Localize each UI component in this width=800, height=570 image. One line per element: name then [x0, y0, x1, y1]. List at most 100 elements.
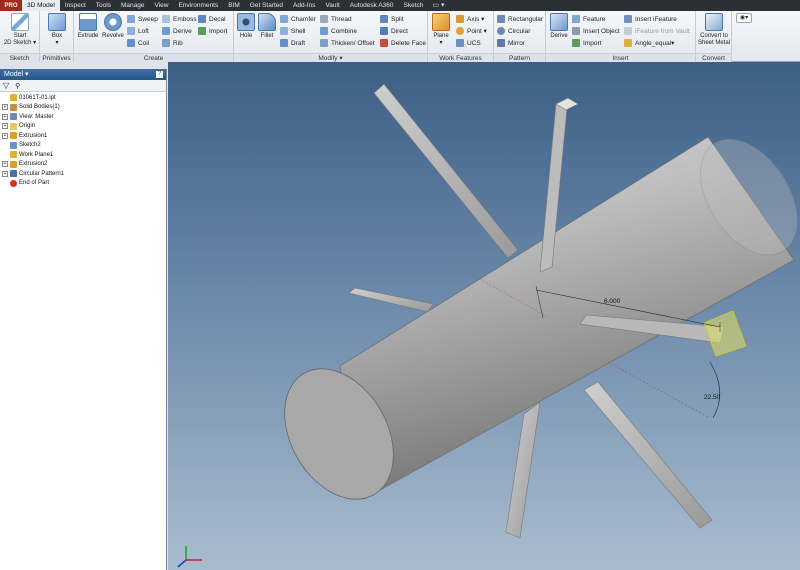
fillet-icon: [258, 13, 276, 31]
insert-derive-button[interactable]: Derive: [549, 13, 569, 40]
tree-node[interactable]: + Solid Bodies(1): [0, 103, 166, 113]
tree-node-icon: [10, 122, 17, 130]
feature-label: Feature: [583, 15, 606, 23]
tree-node-icon: [10, 179, 17, 187]
ifeature-from-vault-button[interactable]: iFeature from Vault: [624, 25, 690, 37]
dimension-angle[interactable]: 22.50: [704, 394, 720, 401]
panel-options-icon[interactable]: ◉▾: [736, 13, 752, 23]
ucs-button[interactable]: UCS: [456, 37, 481, 49]
shell-button[interactable]: Shell: [280, 25, 305, 37]
browser-header[interactable]: Model ▾ ?: [0, 69, 166, 80]
box-button[interactable]: Box ▾: [46, 13, 68, 47]
tree-node[interactable]: + View: Master: [0, 112, 166, 122]
plane-button[interactable]: Plane ▾: [430, 13, 452, 47]
dimension-6[interactable]: 6.000: [604, 298, 620, 305]
thread-button[interactable]: Thread: [320, 13, 352, 25]
tree-node[interactable]: + Extrusion2: [0, 160, 166, 170]
tab-vault[interactable]: Vault: [320, 0, 344, 11]
insert-ifeature-button[interactable]: Insert iFeature: [624, 13, 677, 25]
graphics-viewport[interactable]: 6.000 22.50: [168, 62, 800, 570]
tree-node-label: Work Plane1: [19, 151, 54, 158]
filter-icon[interactable]: ▽: [3, 81, 9, 90]
expand-icon[interactable]: +: [2, 132, 8, 139]
spoke-lower-right[interactable]: [583, 381, 713, 529]
tab-add-ins[interactable]: Add-Ins: [288, 0, 320, 11]
ifeature-select[interactable]: Angle_equal▾: [624, 37, 674, 49]
rib-label: Rib: [173, 39, 183, 47]
panel-title-modify[interactable]: Modify ▾: [234, 53, 427, 62]
selection-highlight-face[interactable]: [703, 310, 747, 357]
tab-inspect[interactable]: Inspect: [60, 0, 91, 11]
plane-dropdown-arrow[interactable]: ▾: [430, 40, 452, 47]
decal-button[interactable]: Decal: [198, 13, 226, 25]
insert-import-button[interactable]: Import: [572, 37, 601, 49]
spoke-left[interactable]: [348, 287, 434, 313]
browser-title[interactable]: Model ▾: [4, 71, 29, 78]
coil-button[interactable]: Coil: [127, 37, 149, 49]
tree-node[interactable]: + Extrusion1: [0, 131, 166, 141]
expand-icon[interactable]: +: [2, 123, 8, 130]
tab-sketch[interactable]: Sketch: [399, 0, 429, 11]
find-icon[interactable]: ⚲: [15, 82, 20, 90]
sweep-button[interactable]: Sweep: [127, 13, 158, 25]
tab-tools[interactable]: Tools: [91, 0, 116, 11]
spoke-upper-left[interactable]: [373, 83, 519, 259]
delete-face-button[interactable]: Delete Face: [380, 37, 426, 49]
expand-icon[interactable]: +: [2, 161, 8, 168]
panel-title-sketch: Sketch: [0, 53, 39, 62]
chamfer-button[interactable]: Chamfer: [280, 13, 316, 25]
emboss-button[interactable]: Emboss: [162, 13, 196, 25]
convert-to-sheet-metal-button[interactable]: Convert to Sheet Metal: [696, 13, 732, 47]
ifeature-icon: [624, 15, 632, 23]
model-canvas[interactable]: [168, 62, 800, 570]
content-center-feature-button[interactable]: Feature: [572, 13, 605, 25]
rectangular-pattern-button[interactable]: Rectangular: [497, 13, 543, 25]
import-button[interactable]: Import: [198, 25, 227, 37]
circular-pattern-button[interactable]: Circular: [497, 25, 530, 37]
axis-button[interactable]: Axis ▾: [456, 13, 484, 25]
tree-node[interactable]: + Origin: [0, 122, 166, 132]
rib-button[interactable]: Rib: [162, 37, 183, 49]
expand-icon[interactable]: +: [2, 170, 8, 177]
browser-help-icon[interactable]: ?: [156, 71, 163, 78]
revolve-button[interactable]: Revolve: [100, 13, 126, 40]
tree-node-icon: [10, 103, 17, 111]
expand-icon[interactable]: +: [2, 104, 8, 111]
tab-3d-model[interactable]: 3D Model: [22, 0, 60, 11]
expand-icon[interactable]: +: [2, 113, 8, 120]
application-menu-button[interactable]: PRO: [0, 0, 22, 11]
spoke-lower-center[interactable]: [505, 401, 541, 539]
tab-autodesk-a360[interactable]: Autodesk A360: [345, 0, 399, 11]
tab-manage[interactable]: Manage: [116, 0, 150, 11]
mirror-button[interactable]: Mirror: [497, 37, 525, 49]
box-dropdown-arrow[interactable]: ▾: [46, 40, 68, 47]
shell-icon: [280, 27, 288, 35]
point-button[interactable]: Point ▾: [456, 25, 487, 37]
extrude-button[interactable]: Extrude: [76, 13, 100, 40]
thicken-offset-button[interactable]: Thicken/ Offset: [320, 37, 375, 49]
derive-icon: [162, 27, 170, 35]
tree-node[interactable]: Sketch2: [0, 141, 166, 151]
tab-get-started[interactable]: Get Started: [245, 0, 288, 11]
combine-button[interactable]: Combine: [320, 25, 357, 37]
direct-button[interactable]: Direct: [380, 25, 408, 37]
insert-object-button[interactable]: Insert Object: [572, 25, 620, 37]
tree-node[interactable]: Work Plane1: [0, 150, 166, 160]
tree-node-icon: [10, 132, 17, 140]
tab-view[interactable]: View: [149, 0, 173, 11]
start-2d-sketch-button[interactable]: Start 2D Sketch ▾: [3, 13, 37, 47]
fillet-button[interactable]: Fillet: [256, 13, 278, 40]
loft-button[interactable]: Loft: [127, 25, 149, 37]
split-button[interactable]: Split: [380, 13, 404, 25]
tab-overflow-button[interactable]: ▭ ▾: [432, 0, 444, 11]
thread-icon: [320, 15, 328, 23]
emboss-icon: [162, 15, 170, 23]
tree-node[interactable]: + Circular Pattern1: [0, 169, 166, 179]
derive-button[interactable]: Derive: [162, 25, 192, 37]
draft-button[interactable]: Draft: [280, 37, 305, 49]
tree-node[interactable]: 01061T-01.ipt: [0, 93, 166, 103]
tree-node[interactable]: End of Part: [0, 179, 166, 189]
tab-environments[interactable]: Environments: [173, 0, 223, 11]
tab-bim[interactable]: BIM: [223, 0, 245, 11]
hole-button[interactable]: Hole: [236, 13, 256, 40]
